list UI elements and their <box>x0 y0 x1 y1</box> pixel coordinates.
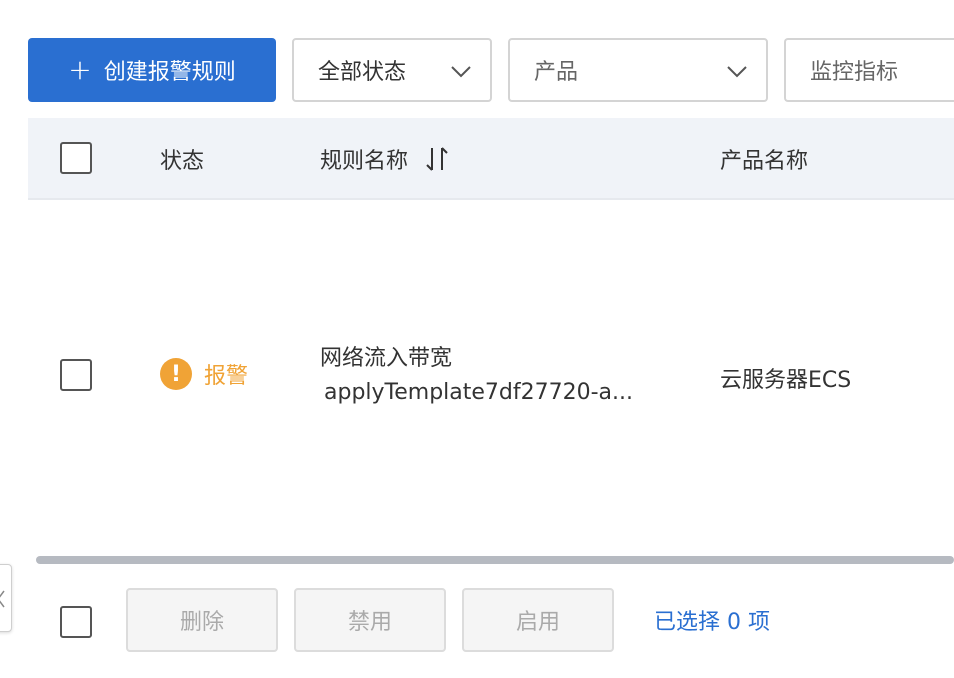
column-header-rule-name[interactable]: 规则名称 <box>320 118 450 200</box>
column-header-rule-name-label: 规则名称 <box>320 149 409 174</box>
create-alarm-rule-button[interactable]: + 创建报警规则 <box>28 38 276 102</box>
column-header-product-name: 产品名称 <box>720 118 808 200</box>
column-header-status-label: 状态 <box>160 149 205 174</box>
delete-button[interactable]: 删除 <box>126 588 278 652</box>
warning-icon: ! <box>160 358 192 390</box>
enable-button-label: 启用 <box>515 610 560 635</box>
footer-select-all-checkbox[interactable] <box>60 606 92 638</box>
chevron-left-icon <box>0 589 5 609</box>
create-alarm-rule-label: 创建报警规则 <box>103 60 236 85</box>
product-name-cell: 云服务器ECS <box>720 368 852 393</box>
select-all-checkbox[interactable] <box>60 142 92 174</box>
enable-button[interactable]: 启用 <box>462 588 614 652</box>
horizontal-scrollbar[interactable] <box>36 556 954 564</box>
status-filter-value: 全部状态 <box>318 60 407 85</box>
rule-id: applyTemplate7df27720-a... <box>324 380 634 405</box>
disable-button[interactable]: 禁用 <box>294 588 446 652</box>
column-header-status: 状态 <box>160 118 204 200</box>
sidebar-toggle-tab[interactable] <box>0 564 12 632</box>
product-select-placeholder: 产品 <box>534 60 579 85</box>
chevron-down-icon <box>726 60 748 82</box>
chevron-down-icon <box>450 60 472 82</box>
plus-icon: + <box>68 53 92 86</box>
table-header: 状态 规则名称 产品名称 <box>28 118 954 200</box>
rule-name-cell[interactable]: 网络流入带宽 applyTemplate7df27720-a... <box>320 340 633 405</box>
disable-button-label: 禁用 <box>347 610 392 635</box>
selected-count-text: 已选择 0 项 <box>654 610 770 635</box>
metric-select[interactable]: 监控指标 <box>784 38 954 102</box>
delete-button-label: 删除 <box>179 610 224 635</box>
status-text: 报警 <box>204 364 249 389</box>
product-select[interactable]: 产品 <box>508 38 768 102</box>
column-header-product-name-label: 产品名称 <box>720 149 809 174</box>
rule-name[interactable]: 网络流入带宽 <box>320 340 633 372</box>
row-checkbox[interactable] <box>60 359 92 391</box>
status-filter-select[interactable]: 全部状态 <box>292 38 492 102</box>
sort-icon[interactable] <box>424 145 450 173</box>
status-cell: ! 报警 <box>160 358 248 390</box>
metric-select-placeholder: 监控指标 <box>810 60 899 85</box>
